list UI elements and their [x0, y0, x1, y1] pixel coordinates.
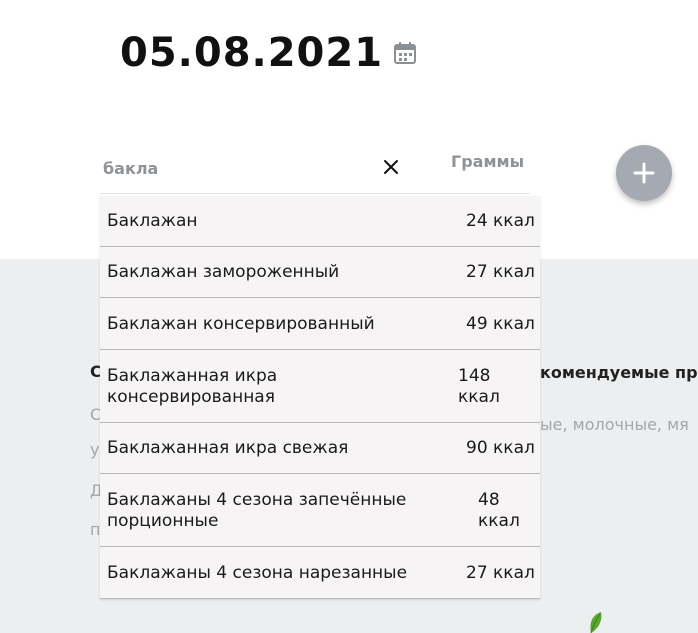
suggestion-name: Баклажаны 4 сезона нарезанные — [107, 563, 408, 583]
suggestion-name: Баклажан консервированный — [107, 314, 375, 334]
suggestion-item[interactable]: Баклажан замороженный 27 ккал — [100, 247, 540, 298]
date-value[interactable]: 05.08.2021 — [120, 30, 383, 76]
suggestion-name-line2: консервированная — [107, 387, 275, 407]
suggestions-dropdown: Баклажан 24 ккал Баклажан замороженный 2… — [100, 196, 540, 599]
recommended-products-heading: комендуемые пр — [540, 363, 698, 382]
suggestion-item[interactable]: Баклажан консервированный 49 ккал — [100, 298, 540, 350]
suggestion-name: Баклажанная икра свежая — [107, 438, 349, 458]
product-search-input[interactable] — [100, 148, 380, 188]
search-underline — [100, 193, 530, 194]
suggestion-item[interactable]: Баклажаны 4 сезона нарезанные 27 ккал — [100, 547, 540, 599]
close-icon[interactable] — [383, 159, 399, 175]
suggestion-item[interactable]: Баклажанная икра консервированная 148 кк… — [100, 350, 540, 423]
date-display[interactable]: 05.08.2021 — [120, 30, 417, 76]
clear-search-button[interactable] — [374, 150, 408, 184]
suggestion-kcal: 90 ккал — [466, 438, 535, 458]
suggestion-kcal: 24 ккал — [466, 211, 535, 231]
suggestion-name: Баклажан замороженный — [107, 262, 340, 282]
suggestion-kcal-unit: ккал — [478, 511, 520, 531]
suggestion-kcal-value: 48 — [478, 490, 500, 510]
suggestion-name-line1: Баклажанная икра — [107, 366, 278, 386]
grams-column-label: Граммы — [451, 152, 525, 171]
calendar-icon[interactable] — [393, 41, 417, 65]
text-fragment: у — [90, 440, 100, 459]
text-fragment: п — [90, 520, 101, 539]
suggestion-kcal-unit: ккал — [458, 387, 500, 407]
plus-icon[interactable] — [633, 162, 655, 184]
suggestion-kcal-value: 148 — [458, 366, 491, 386]
suggestion-item[interactable]: Баклажан 24 ккал — [100, 196, 540, 247]
add-product-button[interactable] — [616, 145, 672, 201]
suggestion-name-line1: Баклажаны 4 сезона запечённые — [107, 490, 407, 510]
recommended-products-text: ые, молочные, мя — [540, 415, 689, 434]
suggestion-name: Баклажан — [107, 211, 198, 231]
suggestion-item[interactable]: Баклажаны 4 сезона запечённые порционные… — [100, 474, 540, 547]
suggestion-kcal: 27 ккал — [466, 262, 535, 282]
suggestion-item[interactable]: Баклажанная икра свежая 90 ккал — [100, 423, 540, 474]
leaf-icon — [590, 612, 602, 633]
suggestion-kcal: 27 ккал — [466, 563, 535, 583]
suggestion-name-line2: порционные — [107, 511, 219, 531]
suggestion-kcal: 49 ккал — [466, 314, 535, 334]
